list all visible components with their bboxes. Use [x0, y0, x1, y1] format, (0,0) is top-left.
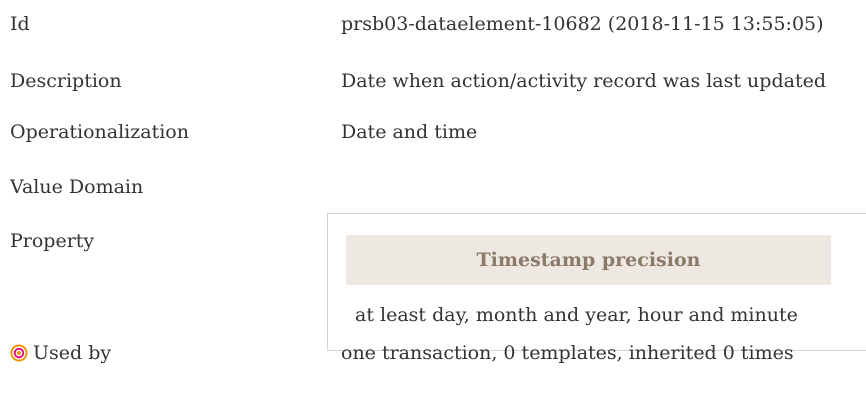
operationalization-label: Operationalization [10, 121, 189, 143]
description-value: Date when action/activity record was las… [341, 70, 826, 92]
used-by-label: Used by [33, 342, 112, 364]
property-label: Property [10, 230, 95, 252]
value-domain-label: Value Domain [10, 176, 144, 198]
property-header: Timestamp precision [346, 235, 831, 285]
property-text: at least day, month and year, hour and m… [355, 304, 798, 326]
description-label: Description [10, 70, 122, 92]
used-by-label-wrap: Used by [10, 342, 111, 364]
id-value: prsb03-dataelement-10682 (2018-11-15 13:… [341, 13, 824, 35]
id-label: Id [10, 13, 30, 35]
operationalization-value: Date and time [341, 121, 478, 143]
used-by-value: one transaction, 0 templates, inherited … [341, 342, 794, 364]
target-icon[interactable] [10, 344, 28, 362]
property-box: Timestamp precision at least day, month … [327, 213, 866, 351]
